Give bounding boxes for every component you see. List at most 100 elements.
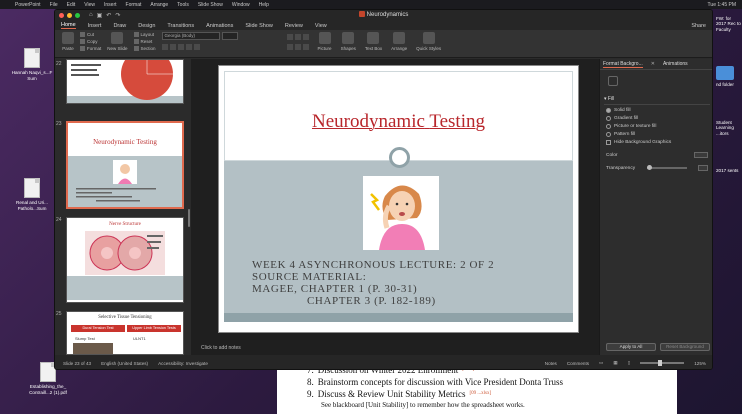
thumbnail-nerve-diagram (85, 231, 165, 275)
picture-fill-radio[interactable]: Picture or texture fill (606, 124, 712, 129)
tab-home[interactable]: Home (61, 22, 76, 29)
home-icon[interactable]: ⌂ (89, 12, 93, 19)
comments-button[interactable]: Comments (567, 361, 589, 366)
font-size-select[interactable] (221, 32, 238, 40)
desktop-file-icon[interactable]: Renal and Uri... Patholo...Sum (10, 178, 54, 211)
menu-item[interactable]: Window (232, 2, 250, 8)
save-icon[interactable]: ▣ (97, 12, 103, 19)
hide-background-graphics-checkbox[interactable]: Hide Background Graphics (606, 140, 712, 145)
redo-icon[interactable]: ↷ (115, 12, 120, 19)
strikethrough-button[interactable] (185, 44, 192, 50)
paint-bucket-icon[interactable] (608, 76, 618, 86)
tab-animations-pane[interactable]: Animations (663, 61, 688, 67)
align-left-button[interactable] (286, 44, 293, 50)
menu-item[interactable]: Edit (67, 2, 76, 8)
notes-placeholder[interactable]: Click to add notes (201, 345, 241, 351)
body-line: SOURCE MATERIAL: (252, 271, 367, 283)
font-color-button[interactable] (193, 44, 200, 50)
color-picker-button[interactable] (694, 152, 708, 158)
menu-item[interactable]: Arrange (150, 2, 168, 8)
window-title: Neurodynamics (55, 11, 712, 18)
menu-item[interactable]: File (50, 2, 58, 8)
reset-button[interactable]: Reset (133, 39, 156, 44)
menu-item[interactable]: Format (126, 2, 142, 8)
headache-clipart-image[interactable] (363, 176, 439, 250)
desktop-file-icon[interactable]: Hannah Naqvi_s...F Sum (10, 48, 54, 81)
transparency-slider[interactable] (646, 165, 687, 170)
zoom-level[interactable]: 125% (694, 361, 706, 366)
language-status[interactable]: English (United States) (101, 361, 148, 366)
apply-to-all-button[interactable]: Apply to All (606, 343, 656, 351)
undo-icon[interactable]: ↶ (106, 12, 111, 19)
font-name-select[interactable]: Georgia (Body) (161, 32, 220, 40)
zoom-window-button[interactable] (75, 13, 80, 18)
arrange-button[interactable]: Arrange (388, 32, 410, 51)
close-icon[interactable]: ✕ (651, 61, 655, 67)
tab-slide-show[interactable]: Slide Show (245, 23, 273, 29)
align-right-button[interactable] (302, 44, 309, 50)
minimize-window-button[interactable] (67, 13, 72, 18)
slide-thumbnail[interactable]: Nerve Structure (66, 217, 184, 303)
solid-fill-radio[interactable]: Solid fill (606, 108, 712, 113)
layout-button[interactable]: Layout (133, 32, 156, 37)
tab-draw[interactable]: Draw (113, 23, 126, 29)
bullets-button[interactable] (286, 34, 293, 40)
thumbnails-scrollbar[interactable] (188, 209, 190, 227)
slide-body-text[interactable]: WEEK 4 ASYNCHRONOUS LECTURE: 2 OF 2 SOUR… (252, 259, 494, 307)
notes-button[interactable]: Notes (545, 361, 557, 366)
paste-button[interactable]: Paste (59, 32, 77, 51)
new-slide-button[interactable]: New Slide (104, 32, 130, 51)
reset-background-button[interactable]: Reset Background (660, 343, 710, 351)
zoom-slider[interactable] (640, 360, 685, 366)
shapes-button[interactable]: Shapes (338, 32, 359, 51)
menu-item[interactable]: View (84, 2, 95, 8)
quick-styles-button[interactable]: Quick Styles (413, 32, 444, 51)
format-painter-button[interactable]: Format (80, 46, 101, 51)
share-button[interactable]: Share (691, 23, 706, 29)
tab-animations[interactable]: Animations (206, 23, 233, 29)
link-badge[interactable]: [09 ...xlsx] (470, 388, 492, 400)
section-button[interactable]: Section (133, 46, 156, 51)
align-center-button[interactable] (294, 44, 301, 50)
menu-item[interactable]: Tools (177, 2, 189, 8)
desktop-file-icon[interactable]: Student Learning ...itors (716, 120, 742, 136)
italic-button[interactable] (169, 44, 176, 50)
tab-view[interactable]: View (315, 23, 327, 29)
slide-thumbnail[interactable] (66, 59, 184, 104)
text-box-button[interactable]: Text Box (362, 32, 385, 51)
tab-insert[interactable]: Insert (88, 23, 102, 29)
view-normal-icon[interactable]: ▭ (599, 360, 603, 366)
quick-access-toolbar: ⌂ ▣ ↶ ↷ (89, 12, 120, 19)
underline-button[interactable] (177, 44, 184, 50)
pattern-fill-radio[interactable]: Pattern fill (606, 132, 712, 137)
menu-item[interactable]: Insert (104, 2, 117, 8)
gradient-fill-radio[interactable]: Gradient fill (606, 116, 712, 121)
slide-thumbnail-selected[interactable]: Neurodynamic Testing (66, 121, 184, 209)
numbering-button[interactable] (294, 34, 301, 40)
menu-app-name[interactable]: PowerPoint (15, 2, 41, 8)
menu-item[interactable]: Help (259, 2, 269, 8)
slide-canvas[interactable]: Neurodynamic Testing WEEK 4 ASYNCHRONOUS… (218, 65, 579, 333)
view-reading-icon[interactable]: ▯ (628, 360, 631, 366)
slide-thumbnail[interactable]: Selective Tissue Tensioning Dural Tensio… (66, 311, 184, 355)
menu-clock[interactable]: Tue 1:45 PM (708, 2, 736, 8)
tab-review[interactable]: Review (285, 23, 303, 29)
desktop-folder-icon[interactable]: nd folder (716, 66, 742, 87)
picture-button[interactable]: Picture (315, 32, 335, 51)
tab-transitions[interactable]: Transitions (167, 23, 194, 29)
close-window-button[interactable] (59, 13, 64, 18)
accessibility-status[interactable]: Accessibility: Investigate (158, 361, 208, 366)
menu-item[interactable]: Slide Show (198, 2, 223, 8)
desktop-file-icon[interactable]: 2017 sents (716, 168, 742, 173)
desktop-file-icon[interactable]: FW: for 2017 Rec to Faculty (716, 16, 742, 32)
tab-design[interactable]: Design (138, 23, 155, 29)
fill-section-header[interactable]: ▾ Fill (604, 96, 710, 105)
cut-button[interactable]: Cut (80, 32, 101, 37)
view-sorter-icon[interactable]: ▦ (613, 360, 617, 366)
indent-button[interactable] (302, 34, 309, 40)
copy-button[interactable]: Copy (80, 39, 101, 44)
bold-button[interactable] (161, 44, 168, 50)
slide-title[interactable]: Neurodynamic Testing (219, 111, 578, 133)
transparency-input[interactable] (698, 165, 708, 171)
tab-format-background[interactable]: Format Backgro... (603, 61, 643, 68)
